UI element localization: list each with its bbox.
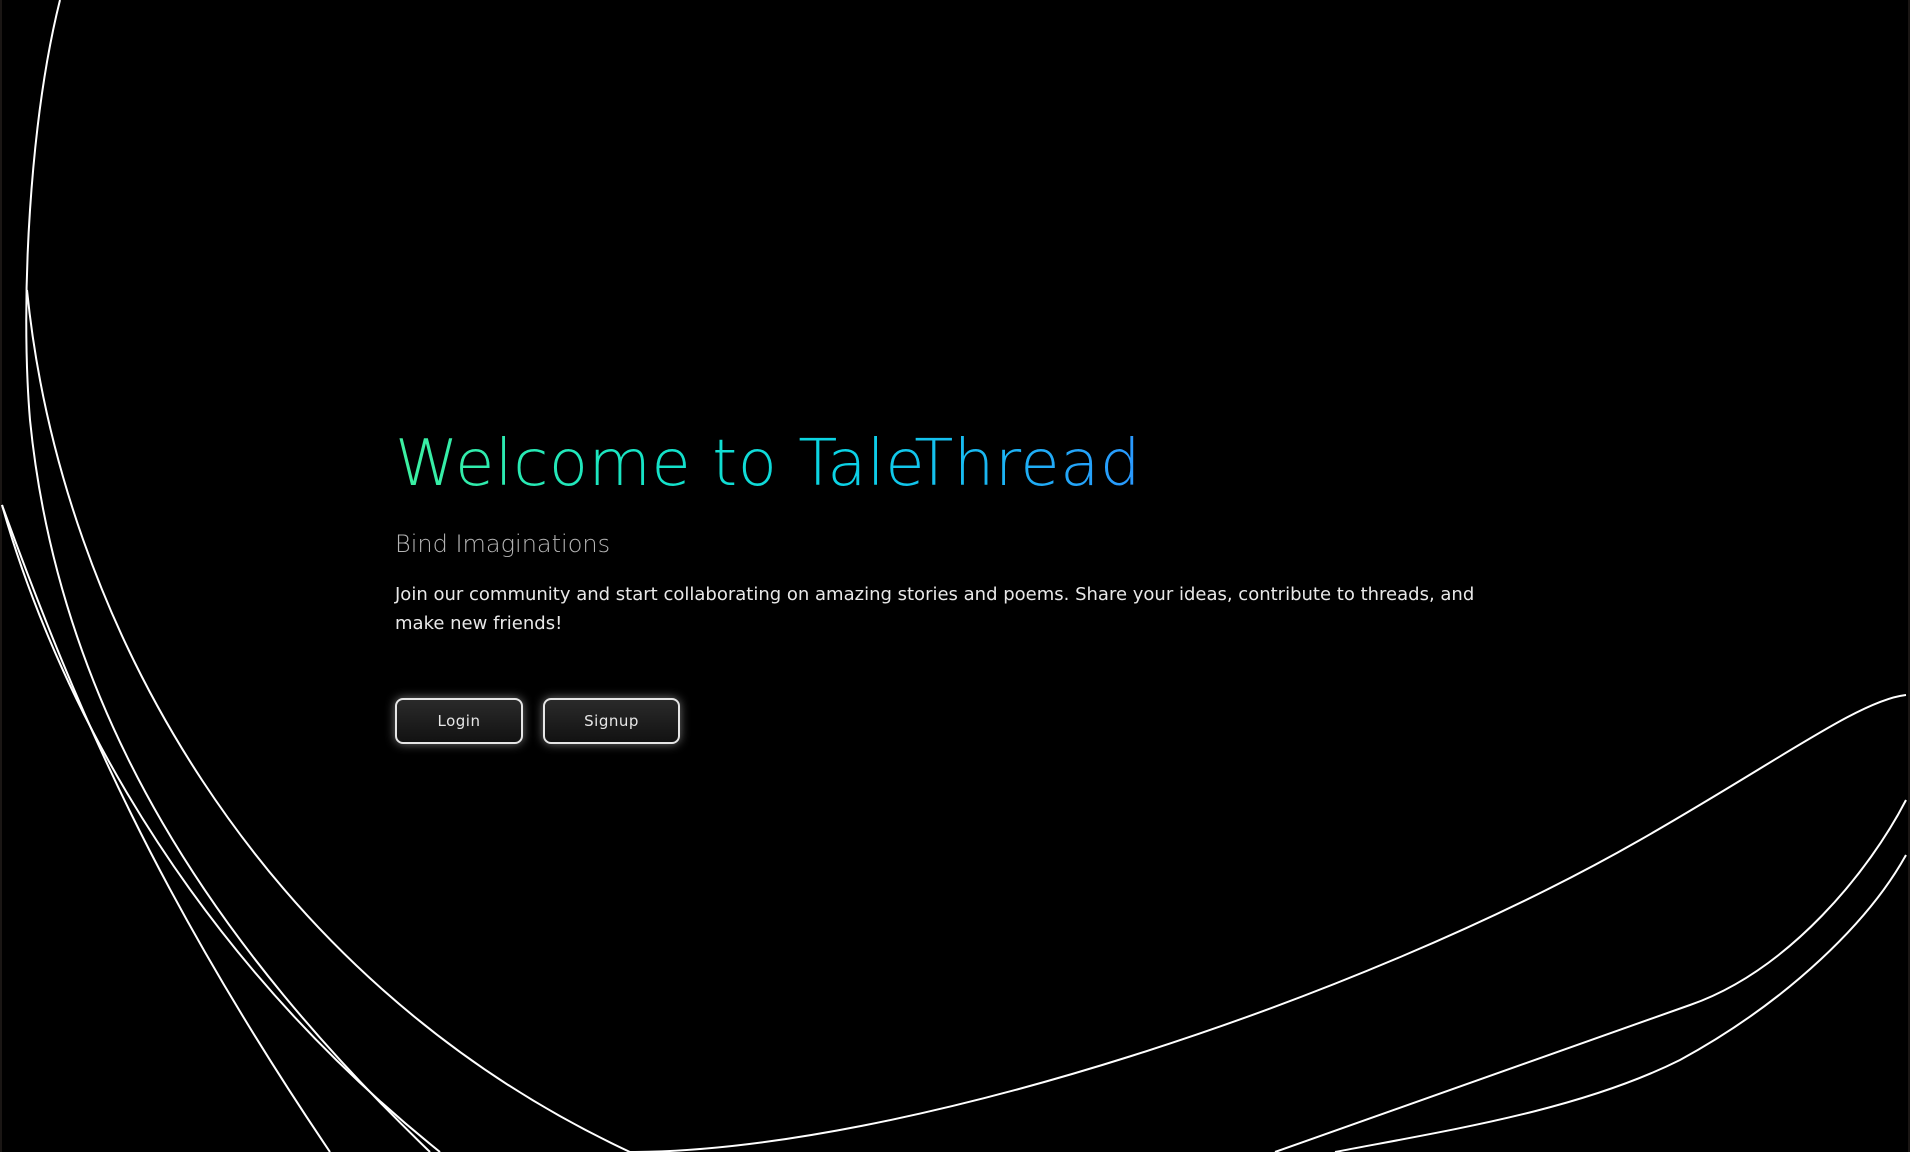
decorative-curve-6 [1334,854,1907,1152]
hero-section: Welcome to TaleThread Bind Imaginations … [395,420,1525,744]
signup-button[interactable]: Signup [543,698,680,744]
decorative-curve-1 [25,0,431,1152]
intro-text: Join our community and start collaborati… [395,584,1475,634]
auth-actions: Login Signup [395,698,1525,744]
login-button[interactable]: Login [395,698,523,744]
tagline: Bind Imaginations [395,530,611,558]
decorative-curve-5 [1274,799,1907,1152]
page-title: Welcome to TaleThread [395,420,1141,508]
decorative-curve-4 [1,504,441,1152]
